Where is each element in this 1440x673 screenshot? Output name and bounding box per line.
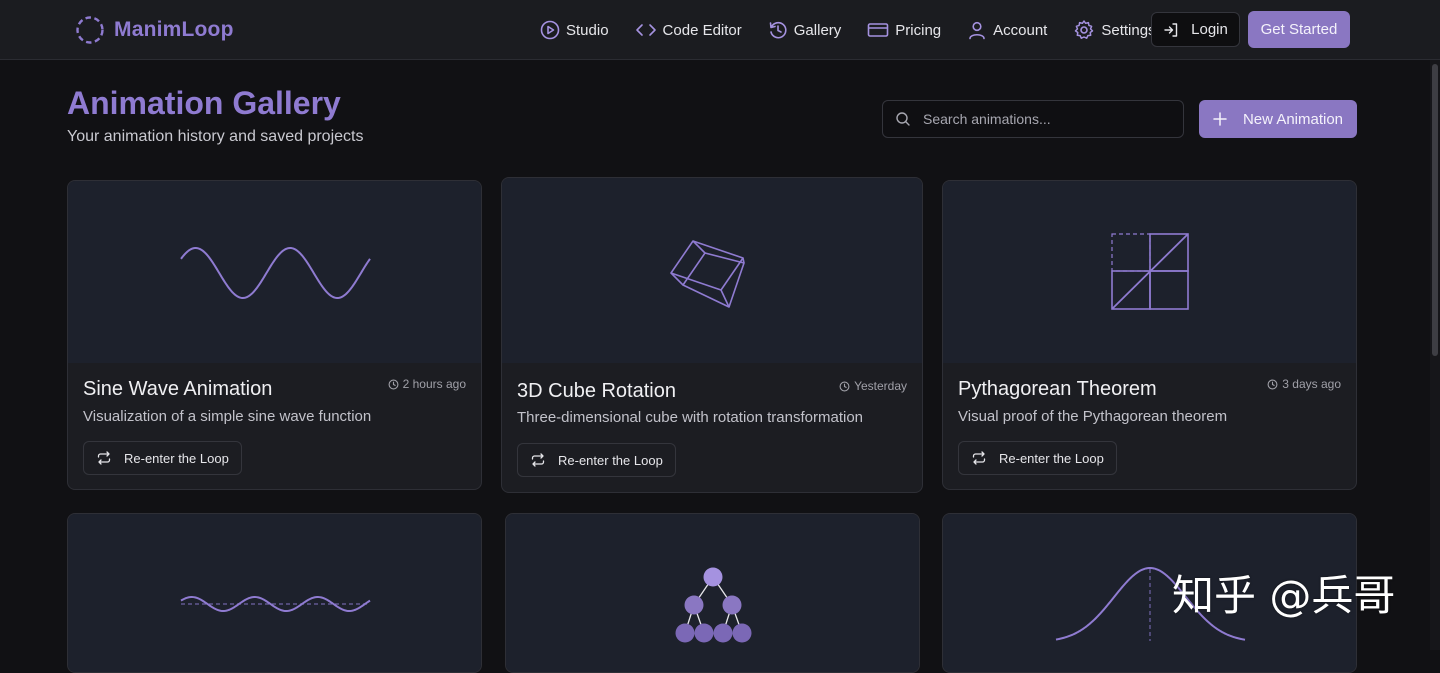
card-timestamp: 2 hours ago <box>388 377 466 391</box>
page-scrollbar[interactable] <box>1430 60 1440 650</box>
brand-name: ManimLoop <box>114 18 234 41</box>
re-enter-loop-button[interactable]: Re-enter the Loop <box>958 441 1117 475</box>
re-enter-loop-label: Re-enter the Loop <box>999 450 1104 466</box>
card-timestamp: 3 days ago <box>1267 377 1341 391</box>
nav-item-pricing[interactable]: Pricing <box>867 20 941 40</box>
cube-preview <box>670 240 745 308</box>
re-enter-loop-label: Re-enter the Loop <box>124 450 229 466</box>
search-icon <box>896 112 910 126</box>
credit-card-icon <box>867 23 889 37</box>
loop-logo-icon <box>76 16 104 44</box>
nav-label-code-editor: Code Editor <box>662 21 742 39</box>
nav-label-pricing: Pricing <box>895 21 942 39</box>
login-label: Login <box>1191 21 1228 38</box>
animation-card[interactable] <box>505 513 920 673</box>
animation-card[interactable]: Sine Wave Animation 2 hours ago Visualiz… <box>67 180 482 490</box>
animation-card[interactable]: Pythagorean Theorem 3 days ago Visual pr… <box>942 180 1357 490</box>
history-icon <box>769 21 787 39</box>
gear-icon <box>1075 20 1094 39</box>
card-title: 3D Cube Rotation <box>517 380 676 402</box>
login-icon <box>1164 22 1178 37</box>
repeat-icon <box>972 451 986 465</box>
animation-card[interactable] <box>67 513 482 673</box>
re-enter-loop-button[interactable]: Re-enter the Loop <box>517 443 676 477</box>
plus-icon <box>1213 112 1227 126</box>
top-navbar: ManimLoop Studio Code Editor Gallery Pri… <box>0 0 1440 60</box>
page-subtitle: Your animation history and saved project… <box>67 128 364 145</box>
card-preview-cube <box>502 178 922 363</box>
repeat-icon <box>97 451 111 465</box>
pythagorean-preview <box>1111 233 1189 310</box>
damped-wave-preview <box>180 595 371 613</box>
card-timestamp: Yesterday <box>839 379 907 393</box>
get-started-button[interactable]: Get Started <box>1248 11 1350 48</box>
sine-wave-preview <box>180 246 371 300</box>
code-icon <box>635 24 656 36</box>
nav-item-studio[interactable]: Studio <box>540 20 609 40</box>
repeat-icon <box>531 453 545 467</box>
search-input[interactable] <box>923 111 1163 127</box>
clock-icon <box>839 381 850 391</box>
card-preview-damped-wave <box>68 514 481 672</box>
card-time-label: Yesterday <box>854 379 907 393</box>
brand-logo[interactable]: ManimLoop <box>75 15 234 45</box>
clock-icon <box>388 379 399 389</box>
nav-label-account: Account <box>993 21 1048 39</box>
re-enter-loop-label: Re-enter the Loop <box>558 452 663 468</box>
user-icon <box>969 21 985 40</box>
play-circle-icon <box>540 20 560 40</box>
scrollbar-thumb[interactable] <box>1432 64 1438 356</box>
nav-item-settings[interactable]: Settings <box>1073 19 1156 41</box>
card-title: Pythagorean Theorem <box>958 378 1157 400</box>
new-animation-button[interactable]: New Animation <box>1199 100 1357 138</box>
nav-label-settings: Settings <box>1101 21 1156 39</box>
nav-item-code-editor[interactable]: Code Editor <box>635 20 742 40</box>
nav-links: Studio Code Editor Gallery Pricing Accou… <box>540 12 1182 48</box>
nav-item-gallery[interactable]: Gallery <box>768 20 842 40</box>
card-time-label: 3 days ago <box>1282 377 1341 391</box>
clock-icon <box>1267 379 1278 389</box>
card-preview-sine-wave <box>68 181 481 363</box>
re-enter-loop-button[interactable]: Re-enter the Loop <box>83 441 242 475</box>
nav-label-gallery: Gallery <box>793 21 842 39</box>
card-description: Visual proof of the Pythagorean theorem <box>958 408 1228 425</box>
animation-card[interactable]: 3D Cube Rotation Yesterday Three-dimensi… <box>501 177 923 493</box>
card-description: Three-dimensional cube with rotation tra… <box>517 409 864 426</box>
nav-label-studio: Studio <box>566 21 609 39</box>
page-title: Animation Gallery <box>67 85 341 121</box>
card-title: Sine Wave Animation <box>83 378 273 400</box>
card-time-label: 2 hours ago <box>402 377 466 391</box>
new-animation-label: New Animation <box>1242 110 1344 128</box>
nav-item-account[interactable]: Account <box>967 20 1047 40</box>
search-box[interactable] <box>882 100 1184 138</box>
card-preview-binary-tree <box>506 514 919 672</box>
binary-tree-preview <box>675 567 752 643</box>
watermark-text: 知乎 @兵哥 <box>1172 571 1396 620</box>
card-preview-pythagorean <box>943 181 1356 363</box>
login-button[interactable]: Login <box>1151 12 1240 47</box>
card-description: Visualization of a simple sine wave func… <box>83 408 372 425</box>
